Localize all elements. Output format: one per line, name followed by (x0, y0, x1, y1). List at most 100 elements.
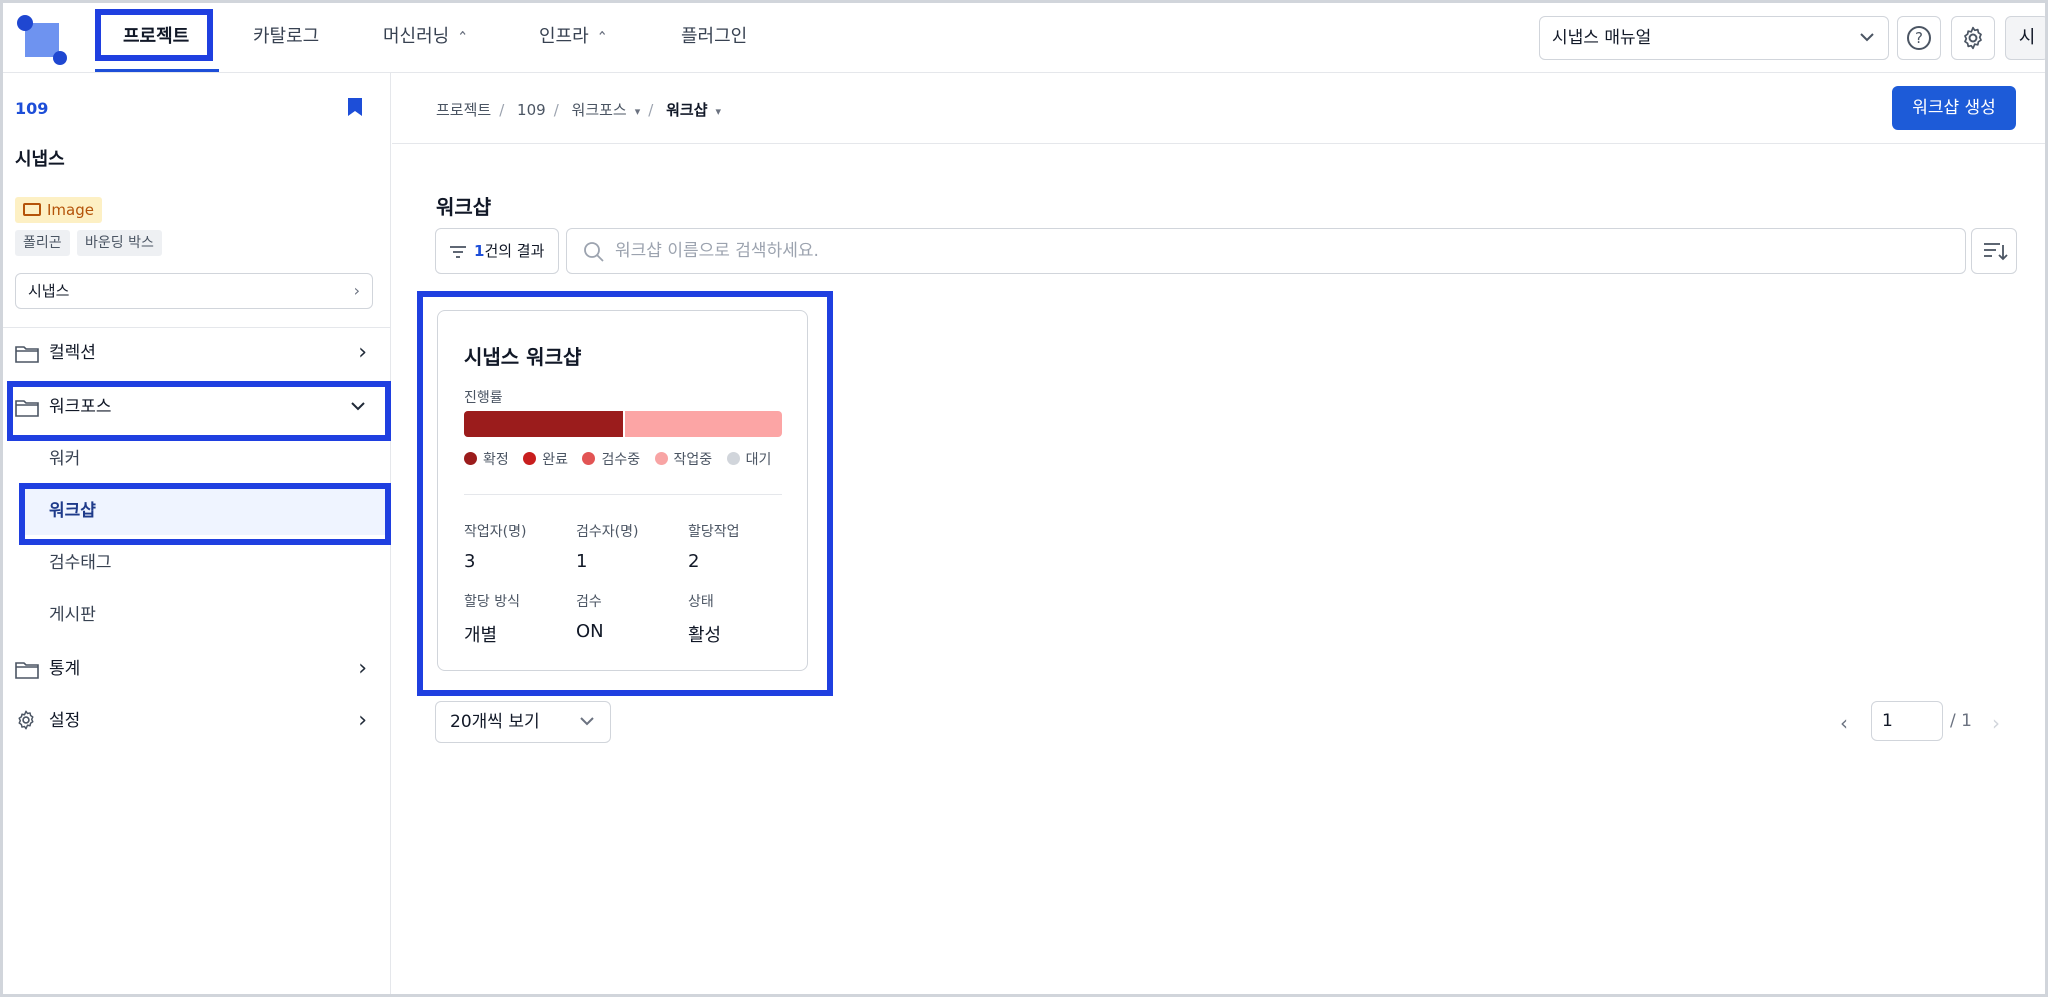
nav-catalog[interactable]: 카탈로그 (253, 3, 319, 73)
breadcrumb-current[interactable]: 워크샵 (666, 101, 707, 119)
legend-label: 작업중 (673, 452, 713, 468)
sidebar-item-workforce[interactable]: 워크포스 (3, 383, 391, 431)
top-navigation-bar: 프로젝트 카탈로그 머신러닝 ⌃ 인프라 ⌃ 플러그인 시냅스 매뉴얼 ? 시 (3, 3, 2045, 73)
manual-select[interactable]: 시냅스 매뉴얼 (1539, 16, 1889, 60)
main-content: 프로젝트/ 109/ 워크포스 ▾ / 워크샵 ▾ 워크샵 생성 워크샵 1건의 결과… (392, 73, 2045, 994)
app-window: 프로젝트 카탈로그 머신러닝 ⌃ 인프라 ⌃ 플러그인 시냅스 매뉴얼 ? 시 … (0, 0, 2048, 997)
project-type-badge: Image (15, 197, 102, 223)
nav-machine-learning-label: 머신러닝 (383, 26, 450, 47)
nav-project-label: 프로젝트 (123, 26, 190, 47)
prev-page-button[interactable]: ‹ (1840, 711, 1848, 735)
bookmark-icon[interactable] (347, 97, 363, 117)
stat-value: 개별 (464, 625, 498, 646)
sidebar-item-collection[interactable]: 컬렉션 › (3, 329, 391, 377)
legend-dot (523, 452, 537, 465)
folder-icon (15, 400, 39, 417)
user-avatar[interactable]: 시 (2005, 16, 2045, 60)
breadcrumb-item[interactable]: 워크포스 (572, 101, 627, 119)
filter-button[interactable]: 1건의 결과 (435, 228, 559, 274)
chevron-down-icon (578, 702, 596, 757)
gear-icon (1964, 26, 1982, 50)
logo-dot (17, 15, 33, 31)
breadcrumb-separator: / (648, 101, 654, 119)
sidebar-subitem-review-tag[interactable]: 검수태그 (23, 539, 385, 587)
settings-button[interactable] (1951, 16, 1995, 60)
stat-label: 할당 방식 (464, 594, 520, 610)
sort-icon (1984, 243, 2008, 261)
nav-machine-learning[interactable]: 머신러닝 ⌃ (383, 3, 468, 73)
nav-infra-label: 인프라 (539, 26, 589, 47)
stat-assigned-tasks: 할당작업 2 (688, 521, 740, 572)
page-size-select[interactable]: 20개씩 보기 (435, 701, 611, 743)
workshop-title: 시냅스 워크샵 (464, 345, 582, 369)
breadcrumb-item[interactable]: 109 (517, 101, 546, 119)
up-down-chevron-icon: ⌃ (457, 29, 469, 48)
sidebar-subitem-workshop[interactable]: 워크샵 (23, 487, 385, 535)
legend-item: 대기 (726, 449, 771, 469)
sidebar-item-label: 워크포스 (49, 397, 112, 417)
page-title: 워크샵 (436, 195, 492, 219)
filter-icon (450, 245, 466, 258)
image-icon (23, 203, 41, 216)
legend-item: 검수중 (582, 449, 640, 469)
legend-dot (654, 452, 668, 465)
nav-plugin[interactable]: 플러그인 (681, 3, 747, 73)
breadcrumb-item[interactable]: 프로젝트 (436, 101, 491, 119)
chevron-down-icon: ▾ (634, 105, 641, 118)
stat-value: 3 (464, 551, 476, 572)
avatar-initial: 시 (2018, 27, 2036, 48)
project-name: 시냅스 (15, 149, 65, 170)
sidebar-item-label: 설정 (49, 711, 81, 731)
create-workshop-button[interactable]: 워크샵 생성 (1892, 86, 2016, 130)
help-button[interactable]: ? (1897, 16, 1941, 60)
project-select-value: 시냅스 (28, 282, 70, 300)
legend-label: 확정 (483, 452, 509, 468)
project-select[interactable]: 시냅스 › (15, 273, 373, 309)
folder-icon (15, 346, 39, 363)
progress-legend: 확정 완료 검수중 작업중 대기 (464, 449, 781, 469)
project-type-label: Image (47, 201, 94, 219)
app-logo[interactable] (17, 15, 67, 65)
nav-active-underline (95, 69, 219, 72)
legend-dot (726, 452, 740, 465)
chevron-right-icon: › (358, 340, 367, 365)
chevron-right-icon: › (358, 708, 367, 733)
sidebar-item-label: 통계 (49, 659, 81, 679)
up-down-chevron-icon: ⌃ (596, 29, 608, 48)
stat-label: 상태 (688, 594, 714, 610)
page-number-input[interactable]: 1 (1871, 701, 1943, 741)
sort-button[interactable] (1971, 228, 2017, 274)
page-total: / 1 (1950, 711, 1972, 731)
chevron-right-icon: › (358, 656, 367, 681)
nav-catalog-label: 카탈로그 (253, 26, 320, 47)
stat-workers: 작업자(명) 3 (464, 521, 526, 572)
logo-dot (53, 51, 67, 65)
sidebar-item-statistics[interactable]: 통계 › (3, 645, 391, 693)
sidebar-subitem-board[interactable]: 게시판 (23, 591, 385, 639)
stat-review: 검수 ON (576, 591, 604, 642)
sidebar-subitem-worker[interactable]: 워커 (23, 435, 385, 483)
result-count-suffix: 건의 결과 (484, 242, 545, 260)
sidebar-divider (3, 327, 391, 328)
legend-item: 완료 (523, 449, 568, 469)
stat-label: 검수 (576, 594, 602, 610)
nav-infra[interactable]: 인프라 ⌃ (539, 3, 608, 73)
workshop-card[interactable]: 시냅스 워크샵 진행률 확정 완료 검수중 작업중 대기 작업자(명) 3 검수… (437, 310, 808, 671)
chevron-down-icon: ▾ (715, 105, 722, 118)
folder-icon (15, 662, 39, 679)
nav-project[interactable]: 프로젝트 (123, 3, 189, 73)
breadcrumb-separator: / (499, 101, 505, 119)
breadcrumb: 프로젝트 / 109 / 워크포스 ▾ / 워크샵 ▾ (436, 99, 729, 120)
progress-confirmed-segment (464, 411, 623, 437)
search-input[interactable]: 워크샵 이름으로 검색하세요. (566, 228, 1966, 274)
progress-label: 진행률 (464, 390, 503, 406)
stat-value: 활성 (688, 625, 722, 646)
next-page-button[interactable]: › (1992, 711, 2000, 735)
legend-label: 완료 (542, 452, 568, 468)
stat-value: 2 (688, 551, 700, 572)
card-divider (464, 494, 782, 495)
legend-item: 작업중 (654, 449, 713, 469)
progress-bar (464, 411, 782, 437)
sidebar-item-settings[interactable]: 설정 › (3, 697, 391, 745)
project-id: 109 (15, 99, 49, 118)
